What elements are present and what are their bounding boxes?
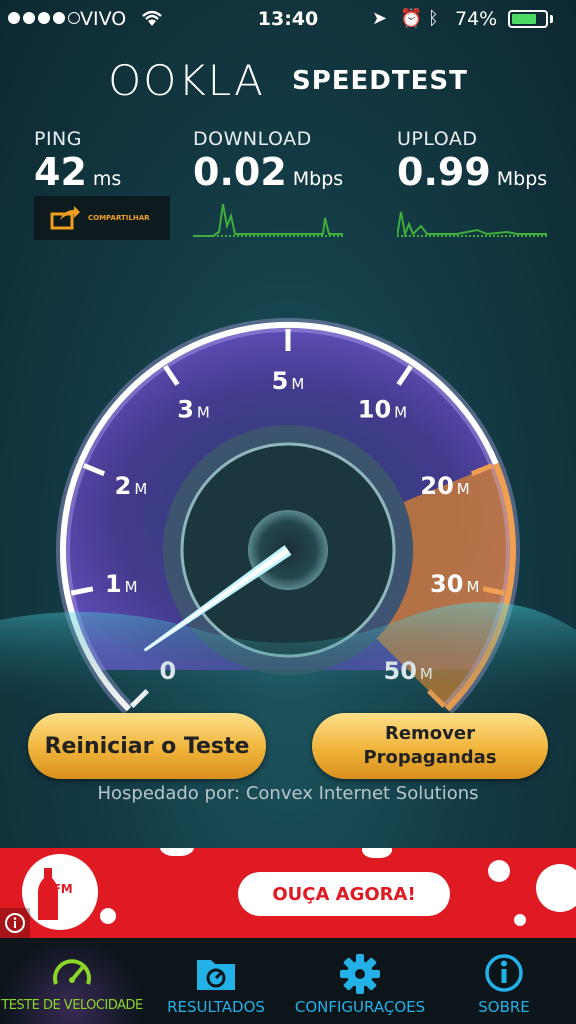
download-metric: DOWNLOAD 0.02 Mbps (193, 128, 343, 194)
tab-label-speed-test: TESTE DE VELOCIDADE (1, 998, 143, 1013)
status-bar: VIVO 13:40 ➤ ⏰ ᛒ 74% (0, 0, 576, 40)
remove-ads-button[interactable]: Remover Propagandas (312, 713, 548, 779)
ad-banner[interactable]: ·FM OUÇA AGORA! (0, 848, 576, 938)
alarm-icon: ⏰ (400, 8, 423, 29)
upload-metric: UPLOAD 0.99 Mbps (397, 128, 547, 194)
hosted-by-text: Hospedado por: Convex Internet Solutions (97, 783, 479, 804)
battery-icon (508, 10, 548, 28)
download-sparkline (193, 203, 343, 237)
app-logo: OOKLA SPEEDTEST (0, 56, 576, 105)
share-icon (50, 206, 80, 230)
download-label: DOWNLOAD (193, 128, 312, 150)
tab-label-settings: CONFIGURAÇOES (294, 998, 426, 1016)
restart-test-button[interactable]: Reiniciar o Teste (28, 713, 266, 779)
remove-ads-label-line1: Remover (384, 723, 475, 744)
share-button[interactable]: COMPARTILHAR (34, 196, 170, 240)
download-value: 0.02 (193, 150, 287, 194)
tab-label-about: SOBRE (478, 998, 530, 1016)
restart-test-label: Reiniciar o Teste (44, 733, 250, 759)
tab-speed-test[interactable]: TESTE DE VELOCIDADE (0, 938, 144, 1024)
location-arrow-icon: ➤ (372, 8, 388, 29)
logo-brand: OOKLA (108, 56, 265, 105)
tab-results[interactable]: RESULTADOS (144, 938, 288, 1024)
upload-value: 0.99 (397, 150, 491, 194)
ping-metric: PING 42 ms (34, 128, 121, 194)
bluetooth-icon: ᛒ (428, 8, 439, 29)
upload-unit: Mbps (496, 168, 548, 190)
folder-icon (197, 960, 235, 990)
ad-info-icon[interactable] (0, 908, 30, 938)
ping-label: PING (34, 128, 82, 150)
ping-unit: ms (92, 168, 122, 190)
upload-label: UPLOAD (397, 128, 478, 150)
ad-cta-button[interactable]: OUÇA AGORA! (238, 872, 450, 916)
tab-bar: TESTE DE VELOCIDADE RESULTADOS CONFIGURA… (0, 938, 576, 1024)
battery-percentage: 74% (455, 8, 498, 30)
share-label: COMPARTILHAR (88, 214, 150, 222)
download-unit: Mbps (292, 168, 344, 190)
ad-cta-label: OUÇA AGORA! (272, 883, 416, 905)
gear-icon (340, 954, 380, 994)
info-icon (485, 954, 523, 992)
upload-sparkline (397, 211, 547, 238)
speed-gauge: 01M2M3M5M10M20M30M50M (0, 318, 576, 720)
tab-about[interactable]: SOBRE (432, 938, 576, 1024)
speedometer-icon (53, 959, 91, 985)
remove-ads-label-line2: Propagandas (363, 747, 497, 768)
logo-product: SPEEDTEST (292, 65, 468, 96)
tab-label-results: RESULTADOS (167, 998, 265, 1016)
ping-value: 42 (34, 150, 87, 194)
tab-settings[interactable]: CONFIGURAÇOES (288, 938, 432, 1024)
ad-brand-name: ·FM (48, 882, 73, 896)
